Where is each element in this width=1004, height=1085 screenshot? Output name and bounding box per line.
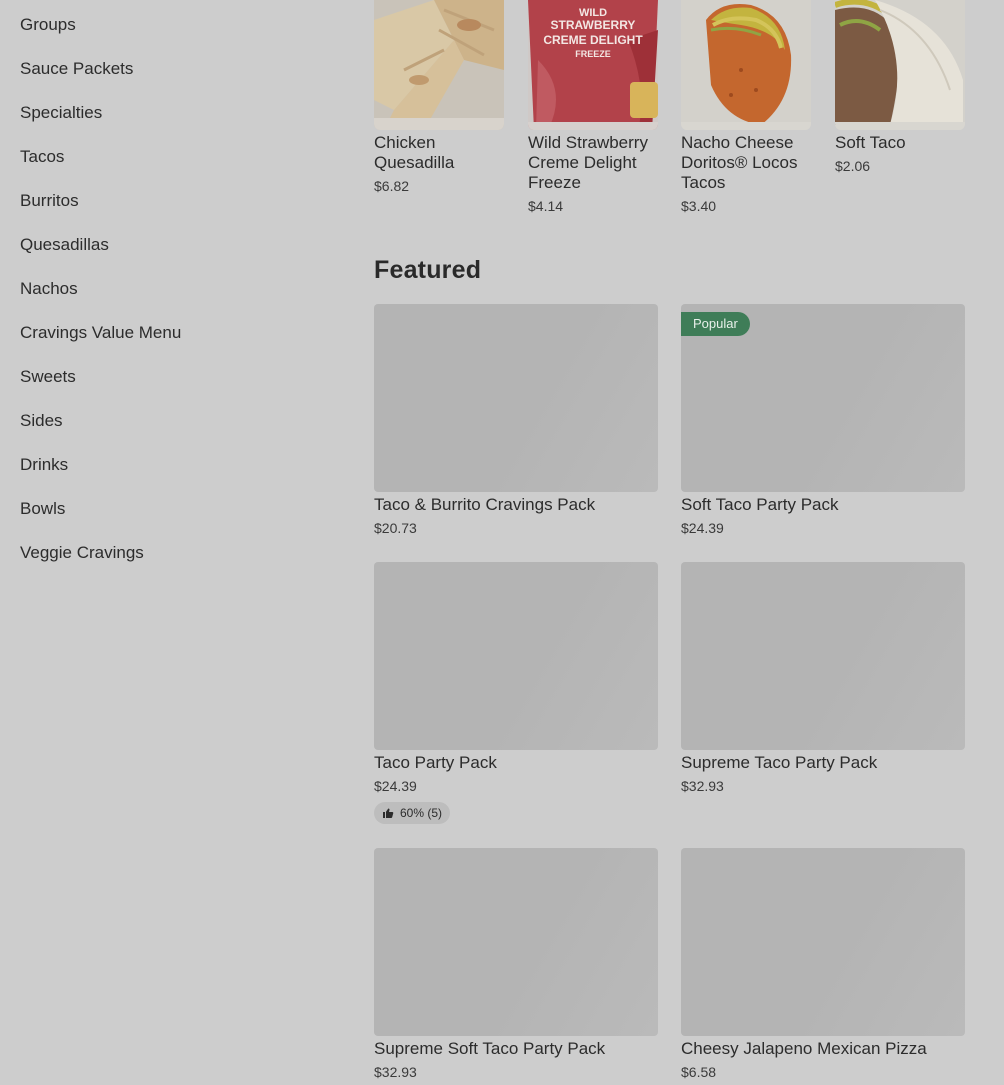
carousel-item-price: $3.40 — [681, 198, 717, 214]
sidebar-item-burritos[interactable]: Burritos — [20, 189, 79, 213]
carousel-item-chicken-quesadilla[interactable]: Chicken Quesadilla $6.82 — [374, 0, 504, 200]
carousel-item-doritos-locos-tacos[interactable]: Nacho Cheese Doritos® Locos Tacos $3.40 — [681, 0, 811, 220]
cup-text-strawberry: STRAWBERRY — [551, 18, 636, 32]
sidebar-item-sweets[interactable]: Sweets — [20, 365, 76, 389]
soft-taco-image[interactable] — [835, 0, 965, 130]
carousel-item-wild-strawberry-freeze[interactable]: WILD STRAWBERRY CREME DELIGHT FREEZE Wil… — [528, 0, 658, 220]
featured-item-soft-taco-party-pack[interactable]: Popular Soft Taco Party Pack $24.39 — [681, 304, 965, 544]
popular-badge: Popular — [681, 312, 750, 336]
carousel-item-name: Nacho Cheese Doritos® Locos Tacos — [681, 133, 798, 192]
doritos-locos-taco-image[interactable] — [681, 0, 811, 130]
featured-item-image[interactable] — [374, 848, 658, 1036]
cup-text-creme-delight: CREME DELIGHT — [543, 33, 643, 47]
featured-item-price: $20.73 — [374, 520, 417, 536]
featured-item-price: $6.58 — [681, 1064, 717, 1080]
featured-item-name: Supreme Taco Party Pack — [681, 753, 878, 772]
featured-item-cheesy-jalapeno-mexican-pizza[interactable]: Cheesy Jalapeno Mexican Pizza $6.58 — [681, 848, 965, 1085]
featured-item-supreme-taco-party-pack[interactable]: Supreme Taco Party Pack $32.93 — [681, 562, 965, 802]
featured-item-taco-party-pack[interactable]: Taco Party Pack $24.39 60% (5) — [374, 562, 658, 826]
featured-item-supreme-soft-taco-party-pack[interactable]: Supreme Soft Taco Party Pack $32.93 — [374, 848, 658, 1085]
carousel-item-price: $2.06 — [835, 158, 871, 174]
featured-item-price: $32.93 — [374, 1064, 417, 1080]
featured-item-taco-burrito-cravings-pack[interactable]: Taco & Burrito Cravings Pack $20.73 — [374, 304, 658, 544]
featured-item-name: Taco Party Pack — [374, 753, 497, 772]
sidebar-item-bowls[interactable]: Bowls — [20, 497, 65, 521]
featured-item-image[interactable] — [374, 304, 658, 492]
featured-item-image[interactable] — [681, 562, 965, 750]
sidebar-item-sides[interactable]: Sides — [20, 409, 63, 433]
sidebar-item-drinks[interactable]: Drinks — [20, 453, 68, 477]
cup-text-freeze: FREEZE — [575, 49, 611, 59]
sidebar-item-specialties[interactable]: Specialties — [20, 101, 102, 125]
carousel-item-name: Soft Taco — [835, 133, 906, 152]
featured-item-image[interactable] — [374, 562, 658, 750]
carousel-item-price: $6.82 — [374, 178, 410, 194]
sidebar-item-cravings-value-menu[interactable]: Cravings Value Menu — [20, 321, 181, 345]
rating-pill: 60% (5) — [374, 802, 451, 824]
sidebar-item-nachos[interactable]: Nachos — [20, 277, 78, 301]
carousel-item-name: Wild Strawberry Creme Delight Freeze — [528, 133, 648, 192]
featured-item-price: $24.39 — [681, 520, 724, 536]
sidebar-item-veggie-cravings[interactable]: Veggie Cravings — [20, 541, 144, 565]
featured-item-price: $32.93 — [681, 778, 724, 794]
strawberry-freeze-image[interactable]: WILD STRAWBERRY CREME DELIGHT FREEZE — [528, 0, 658, 130]
featured-item-name: Taco & Burrito Cravings Pack — [374, 495, 596, 514]
featured-item-name: Cheesy Jalapeno Mexican Pizza — [681, 1039, 927, 1058]
featured-item-name: Supreme Soft Taco Party Pack — [374, 1039, 606, 1058]
featured-item-price: $24.39 — [374, 778, 417, 794]
featured-item-name: Soft Taco Party Pack — [681, 495, 839, 514]
sidebar-item-sauce-packets[interactable]: Sauce Packets — [20, 57, 133, 81]
sidebar-item-quesadillas[interactable]: Quesadillas — [20, 233, 109, 257]
carousel-item-soft-taco[interactable]: Soft Taco $2.06 — [835, 0, 965, 180]
featured-section-title: Featured — [374, 256, 482, 284]
rating-text: 60% (5) — [400, 806, 443, 820]
menu-page: Groups Sauce Packets Specialties Tacos B… — [0, 0, 1004, 1085]
carousel-item-price: $4.14 — [528, 198, 564, 214]
thumbs-up-icon — [382, 807, 394, 819]
featured-item-image[interactable] — [681, 848, 965, 1036]
sidebar-item-groups[interactable]: Groups — [20, 13, 76, 37]
carousel-item-name: Chicken Quesadilla — [374, 133, 455, 172]
sidebar-item-tacos[interactable]: Tacos — [20, 145, 64, 169]
chicken-quesadilla-image[interactable] — [374, 0, 504, 130]
